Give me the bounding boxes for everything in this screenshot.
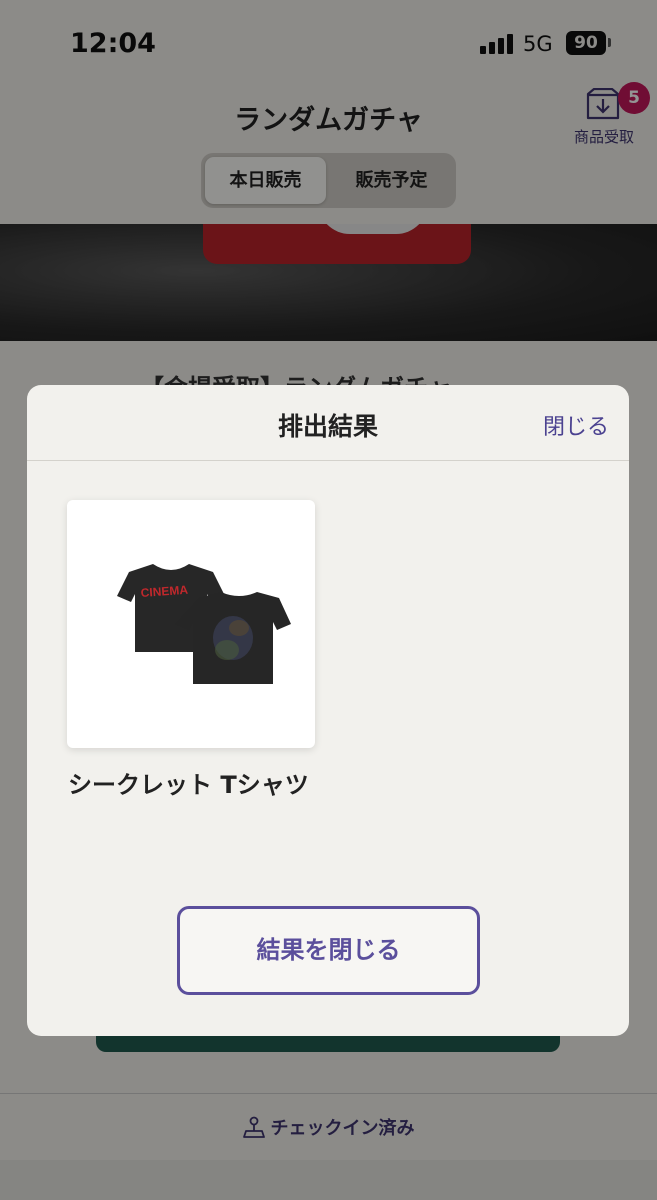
result-modal: 排出結果 閉じる CINEMA シークレット Tシャツ 結果を閉じる xyxy=(27,385,629,1036)
close-result-button[interactable]: 結果を閉じる xyxy=(177,906,480,995)
item-image-card: CINEMA xyxy=(67,500,315,748)
tshirt-image: CINEMA xyxy=(117,564,291,684)
item-name: シークレット Tシャツ xyxy=(68,771,309,799)
modal-header: 排出結果 閉じる xyxy=(27,385,629,461)
modal-title: 排出結果 xyxy=(277,412,378,441)
modal-close-link[interactable]: 閉じる xyxy=(543,409,609,441)
